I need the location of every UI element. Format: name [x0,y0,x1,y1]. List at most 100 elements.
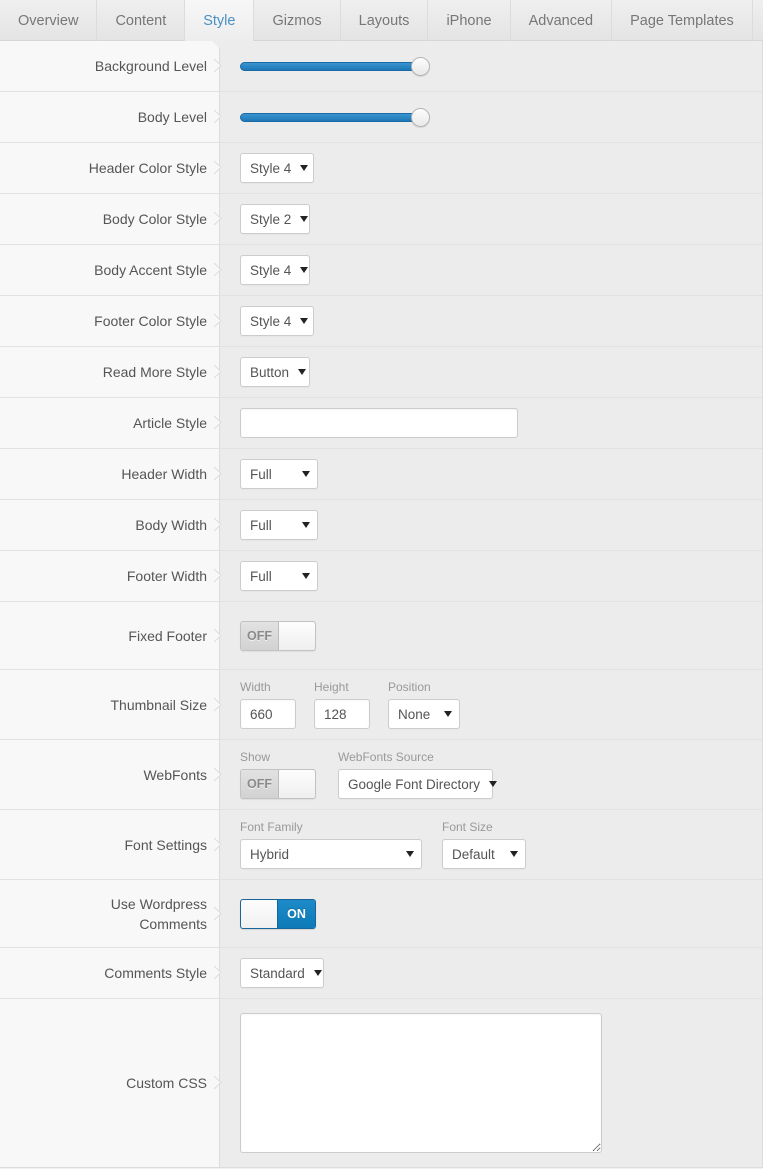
row-header-width: Header Width Full [0,449,762,500]
font-family-field: Font Family Hybrid [240,820,422,869]
select-value: Style 2 [250,211,292,227]
tab-label: iPhone [446,12,492,29]
control-footer-color-style: Style 4 [220,296,762,346]
chevron-right-icon [213,906,222,920]
select-value: Google Font Directory [348,776,481,792]
label-body-color-style: Body Color Style [0,194,222,244]
tab-overview[interactable]: Overview [0,0,98,41]
font-settings-fields: Font Family Hybrid Font Size Default [240,820,526,869]
tab-advanced[interactable]: Advanced [511,0,613,41]
thumbnail-width-field: Width [240,680,296,729]
label-footer-width: Footer Width [0,551,222,601]
select-value: None [398,706,431,722]
webfonts-show-field: Show OFF [240,750,316,799]
tab-page-templates[interactable]: Page Templates [612,0,753,41]
select-webfonts-source[interactable]: Google Font Directory [338,769,498,799]
thumbnail-height-input[interactable] [314,699,370,729]
select-body-width[interactable]: Full [240,510,318,540]
tab-gizmos[interactable]: Gizmos [254,0,341,41]
row-header-color-style: Header Color Style Style 4 [0,143,762,194]
control-read-more-style: Button [220,347,762,397]
slider-body-level[interactable] [240,108,430,127]
slider-background-level[interactable] [240,57,430,76]
label-thumbnail-size: Thumbnail Size [0,670,222,739]
slider-handle[interactable] [411,108,430,127]
select-header-color-style[interactable]: Style 4 [240,153,314,183]
chevron-right-icon [213,697,222,711]
row-thumbnail-size: Thumbnail Size Width Height Position Non [0,670,762,740]
active-tab-notch-icon [212,41,227,48]
tab-label: Style [203,12,236,29]
slider-track [240,113,420,122]
select-comments-style[interactable]: Standard [240,958,324,988]
label-footer-color-style: Footer Color Style [0,296,222,346]
toggle-use-wordpress-comments[interactable]: ON [240,898,316,929]
custom-css-textarea[interactable] [240,1013,602,1153]
article-style-input[interactable] [240,408,518,438]
tab-content[interactable]: Content [97,0,186,41]
control-use-wordpress-comments: ON [220,880,762,947]
select-font-family[interactable]: Hybrid [240,839,422,869]
tab-label: Advanced [528,12,594,29]
thumbnail-height-sublabel: Height [314,680,349,694]
row-body-color-style: Body Color Style Style 2 [0,194,762,245]
select-font-size[interactable]: Default [442,839,526,869]
label-line-1: Use Wordpress [110,895,207,912]
select-thumbnail-position[interactable]: None [388,699,460,729]
select-footer-width[interactable]: Full [240,561,318,591]
select-footer-color-style[interactable]: Style 4 [240,306,314,336]
chevron-right-icon [213,262,222,277]
select-value: Full [250,517,272,533]
webfonts-fields: Show OFF WebFonts Source Google Font Dir… [240,750,498,799]
tab-style[interactable]: Style [185,0,255,48]
label-fixed-footer: Fixed Footer [0,602,222,669]
tab-label: Content [115,12,167,29]
slider-handle[interactable] [411,57,430,76]
chevron-right-icon [213,211,222,226]
control-footer-width: Full [220,551,762,601]
toggle-knob[interactable] [278,770,315,798]
control-comments-style: Standard [220,948,762,998]
tab-label: Page Templates [630,12,734,29]
select-value: Style 4 [250,262,292,278]
label-webfonts: WebFonts [0,740,222,809]
control-header-color-style: Style 4 [220,143,762,193]
webfonts-source-field: WebFonts Source Google Font Directory [338,750,498,799]
toggle-fixed-footer[interactable]: OFF [240,620,316,651]
select-read-more-style[interactable]: Button [240,357,310,387]
toggle-webfonts-show[interactable]: OFF [240,769,316,799]
toggle-knob[interactable] [241,899,278,928]
chevron-right-icon [213,160,222,175]
control-background-level [220,41,762,91]
control-thumbnail-size: Width Height Position None [220,670,762,739]
tab-label: Gizmos [272,12,322,29]
toggle-state-label: OFF [241,621,278,650]
label-read-more-style: Read More Style [0,347,222,397]
label-background-level: Background Level [0,41,222,91]
tab-iphone[interactable]: iPhone [428,0,511,41]
row-use-wordpress-comments: Use Wordpress Comments ON [0,880,762,948]
select-body-accent-style[interactable]: Style 4 [240,255,310,285]
control-webfonts: Show OFF WebFonts Source Google Font Dir… [220,740,762,809]
chevron-right-icon [213,313,222,328]
toggle-knob[interactable] [278,621,315,650]
chevron-right-icon [213,568,222,583]
tab-layouts[interactable]: Layouts [341,0,429,41]
chevron-down-icon [300,318,309,324]
select-value: Style 4 [250,313,292,329]
row-footer-width: Footer Width Full [0,551,762,602]
select-body-color-style[interactable]: Style 2 [240,204,310,234]
control-body-color-style: Style 2 [220,194,762,244]
control-body-accent-style: Style 4 [220,245,762,295]
chevron-right-icon [213,837,222,851]
control-article-style [220,398,762,448]
row-background-level: Background Level [0,41,762,92]
thumbnail-position-field: Position None [388,680,460,729]
tab-bar: Overview Content Style Gizmos Layouts iP… [0,0,763,48]
chevron-down-icon [298,369,307,375]
thumbnail-width-input[interactable] [240,699,296,729]
select-header-width[interactable]: Full [240,459,318,489]
label-body-level: Body Level [0,92,222,142]
label-article-style: Article Style [0,398,222,448]
row-webfonts: WebFonts Show OFF WebFonts Source Google… [0,740,762,810]
